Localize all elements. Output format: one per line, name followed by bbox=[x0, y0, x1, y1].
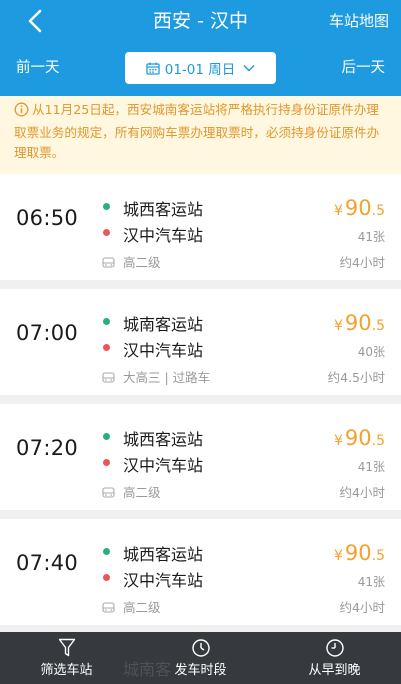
origin-station: 城西客运站 bbox=[123, 200, 204, 219]
seats-left: 41张 bbox=[357, 460, 385, 474]
bus-icon bbox=[102, 369, 115, 388]
destination-dot bbox=[103, 229, 110, 236]
origin-dot bbox=[103, 203, 110, 210]
sort-label: 从早到晚 bbox=[308, 663, 361, 678]
trip-duration: 约4小时 bbox=[339, 600, 385, 615]
price-decimal: .5 bbox=[371, 318, 385, 334]
departure-period-button[interactable]: 发车时段 bbox=[134, 632, 267, 684]
destination-dot bbox=[103, 344, 110, 351]
destination-station: 汉中汽车站 bbox=[123, 226, 204, 245]
bus-type: 高二级 bbox=[123, 255, 161, 270]
station-map-link[interactable]: 车站地图 bbox=[329, 10, 389, 32]
ticket-price: ¥90.5 bbox=[334, 426, 385, 454]
price-integer: 90 bbox=[344, 311, 372, 335]
ticket-price: ¥90.5 bbox=[334, 311, 385, 339]
next-day-button[interactable]: 后一天 bbox=[342, 58, 386, 78]
chevron-down-icon bbox=[243, 64, 255, 72]
ticket-price: ¥90.5 bbox=[334, 196, 385, 224]
trip-card[interactable]: 07:40 城西客运站 汉中汽车站 高二级 ¥90.5 41张 约4小时 bbox=[0, 519, 401, 625]
seats-left: 41张 bbox=[357, 230, 385, 244]
info-icon bbox=[14, 102, 29, 123]
trip-duration: 约4小时 bbox=[339, 485, 385, 500]
bus-type: 高二级 bbox=[123, 485, 161, 500]
departure-time: 07:40 bbox=[16, 551, 79, 575]
trip-card[interactable]: 07:20 城西客运站 汉中汽车站 高二级 ¥90.5 41张 约4小时 bbox=[0, 404, 401, 510]
date-picker[interactable]: 01-01 周日 bbox=[125, 52, 276, 84]
bus-icon bbox=[102, 254, 115, 273]
price-integer: 90 bbox=[344, 541, 372, 565]
bottom-toolbar: 城南客 筛选车站 发车时段 从早到晚 bbox=[0, 632, 401, 684]
origin-dot bbox=[103, 548, 110, 555]
departure-time: 07:00 bbox=[16, 321, 79, 345]
seats-left: 40张 bbox=[357, 345, 385, 359]
departure-time: 07:20 bbox=[16, 436, 79, 460]
price-decimal: .5 bbox=[371, 433, 385, 449]
bus-icon bbox=[102, 484, 115, 503]
bus-type: 大高三 | 过路车 bbox=[123, 370, 211, 385]
price-decimal: .5 bbox=[371, 203, 385, 219]
origin-dot bbox=[103, 433, 110, 440]
filter-icon bbox=[58, 638, 75, 657]
date-label: 01-01 周日 bbox=[164, 62, 236, 78]
trip-card[interactable]: 07:00 城南客运站 汉中汽车站 大高三 | 过路车 ¥90.5 40张 约4… bbox=[0, 289, 401, 395]
price-symbol: ¥ bbox=[333, 318, 343, 334]
trip-duration: 约4小时 bbox=[339, 255, 385, 270]
calendar-icon bbox=[146, 62, 160, 75]
trip-duration: 约4.5小时 bbox=[327, 370, 385, 385]
filter-label: 筛选车站 bbox=[40, 663, 93, 678]
notice-text: 从11月25日起，西安城南客运站将严格执行持身份证原件办理取票业务的规定，所有网… bbox=[14, 102, 380, 160]
price-decimal: .5 bbox=[371, 548, 385, 564]
origin-dot bbox=[103, 318, 110, 325]
timer-icon bbox=[191, 639, 210, 657]
price-symbol: ¥ bbox=[333, 433, 343, 449]
price-symbol: ¥ bbox=[333, 203, 343, 219]
notice-banner: 从11月25日起，西安城南客运站将严格执行持身份证原件办理取票业务的规定，所有网… bbox=[0, 96, 401, 174]
prev-day-button[interactable]: 前一天 bbox=[16, 58, 60, 78]
destination-dot bbox=[103, 459, 110, 466]
header-bar: 西安 - 汉中 车站地图 前一天 01-01 周日 后一天 bbox=[0, 0, 401, 96]
destination-dot bbox=[103, 574, 110, 581]
origin-station: 城南客运站 bbox=[123, 315, 204, 334]
departure-time: 06:50 bbox=[16, 206, 79, 230]
bus-icon bbox=[102, 599, 115, 618]
origin-station: 城西客运站 bbox=[123, 545, 204, 564]
origin-station: 城西客运站 bbox=[123, 430, 204, 449]
clock-icon bbox=[325, 639, 344, 657]
seats-left: 41张 bbox=[357, 575, 385, 589]
price-symbol: ¥ bbox=[333, 548, 343, 564]
ticket-price: ¥90.5 bbox=[334, 541, 385, 569]
bus-type: 高二级 bbox=[123, 600, 161, 615]
price-integer: 90 bbox=[344, 426, 372, 450]
price-integer: 90 bbox=[344, 196, 372, 220]
destination-station: 汉中汽车站 bbox=[123, 456, 204, 475]
sort-order-button[interactable]: 从早到晚 bbox=[268, 632, 401, 684]
period-label: 发车时段 bbox=[174, 663, 227, 678]
destination-station: 汉中汽车站 bbox=[123, 571, 204, 590]
destination-station: 汉中汽车站 bbox=[123, 341, 204, 360]
filter-stations-button[interactable]: 筛选车站 bbox=[0, 632, 133, 684]
trip-card[interactable]: 06:50 城西客运站 汉中汽车站 高二级 ¥90.5 41张 约4小时 bbox=[0, 174, 401, 280]
